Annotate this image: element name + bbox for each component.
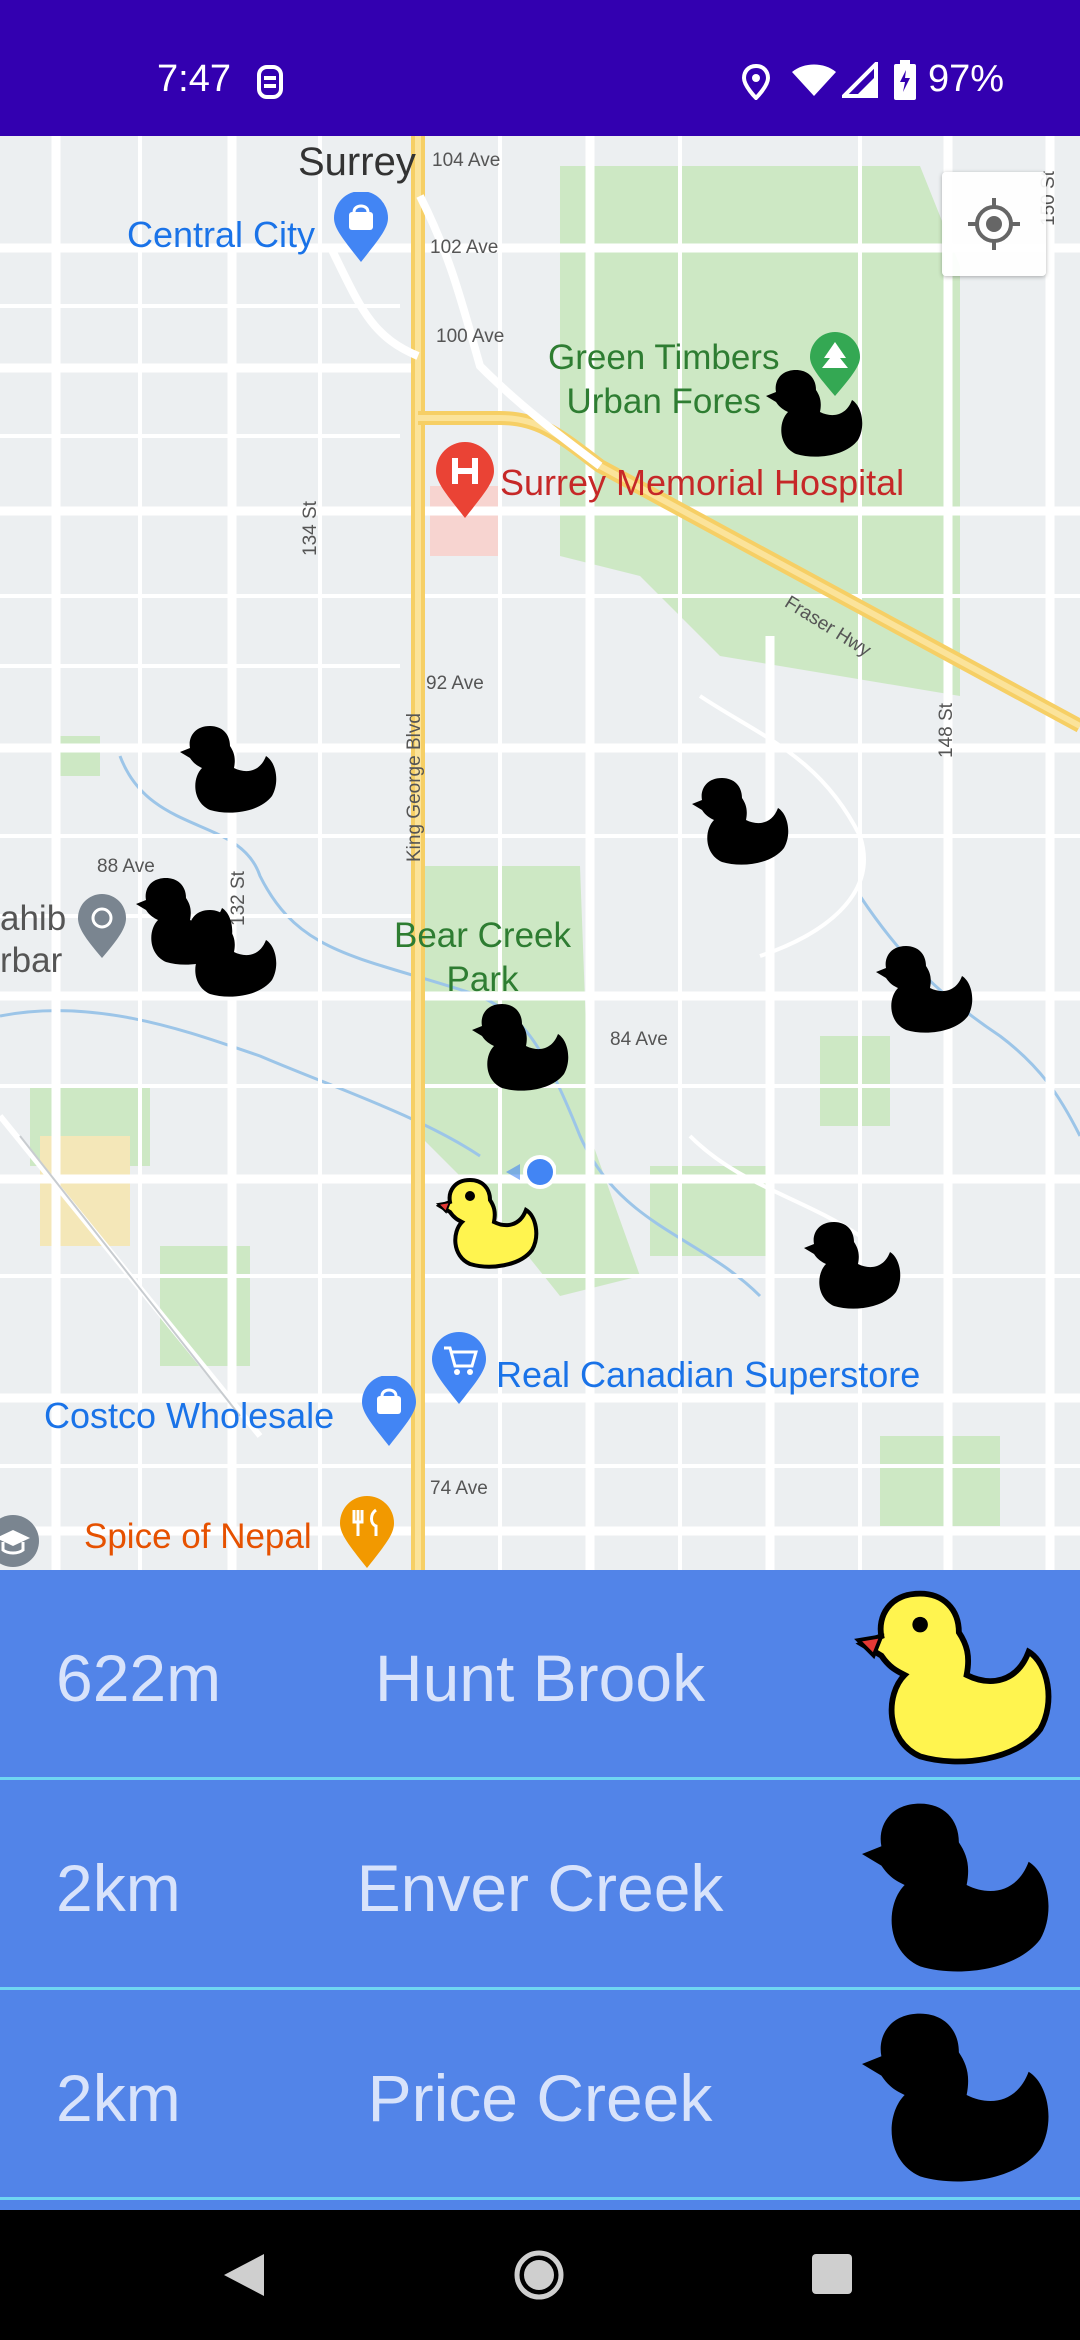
label-74-ave: 74 Ave — [430, 1478, 488, 1499]
duck-marker-unfound[interactable] — [180, 722, 280, 814]
label-surrey: Surrey — [298, 140, 416, 184]
crosshair-icon — [968, 198, 1020, 250]
duck-marker-unfound[interactable] — [472, 1000, 572, 1092]
label-green-timbers: Green Timbers Urban Fores — [548, 336, 779, 424]
label-148-st: 148 St — [936, 703, 957, 758]
duck-marker-unfound[interactable] — [180, 906, 280, 998]
hospital-pin-icon[interactable] — [434, 442, 496, 520]
location-row[interactable]: 2km Enver Creek — [0, 1780, 1080, 1990]
home-icon[interactable] — [512, 2248, 566, 2302]
label-central-city[interactable]: Central City — [127, 214, 315, 256]
location-list[interactable]: 622m Hunt Brook 2km Enver Creek 2km Pric… — [0, 1570, 1080, 2210]
label-real-canadian-superstore[interactable]: Real Canadian Superstore — [496, 1354, 920, 1396]
location-distance: 622m — [56, 1641, 222, 1715]
shopping-bag-pin-icon[interactable] — [360, 1376, 418, 1448]
back-icon[interactable] — [220, 2250, 268, 2300]
label-bear-creek-2: Park — [446, 960, 519, 999]
label-green-timbers-1: Green Timbers — [548, 338, 780, 377]
label-100-ave: 100 Ave — [436, 326, 505, 347]
battery-percent: 97% — [928, 58, 1005, 100]
wifi-icon — [792, 64, 836, 96]
label-green-timbers-2: Urban Fores — [566, 382, 761, 421]
label-costco-wholesale[interactable]: Costco Wholesale — [44, 1395, 334, 1437]
location-name: Price Creek — [367, 2061, 713, 2135]
duck-marker-unfound[interactable] — [692, 774, 792, 866]
label-sahib-darbar[interactable]: ahib rbar — [0, 898, 66, 982]
system-nav-bar — [0, 2210, 1080, 2340]
label-spice-of-nepal[interactable]: Spice of Nepal — [84, 1517, 312, 1557]
location-distance: 2km — [56, 1851, 181, 1925]
shopping-pin-icon[interactable] — [332, 192, 390, 264]
label-104-ave: 104 Ave — [432, 150, 501, 171]
location-name: Enver Creek — [356, 1851, 724, 1925]
label-king-george-blvd: King George Blvd — [404, 713, 425, 862]
signal-icon — [842, 62, 878, 98]
status-time: 7:47 — [157, 58, 231, 100]
duck-marker-unfound[interactable] — [766, 366, 866, 458]
label-102-ave: 102 Ave — [430, 237, 499, 258]
label-92-ave: 92 Ave — [426, 673, 484, 694]
location-name: Hunt Brook — [374, 1641, 706, 1715]
duck-marker-unfound[interactable] — [804, 1218, 904, 1310]
battery-charging-icon — [894, 60, 916, 100]
my-location-button[interactable] — [942, 172, 1046, 276]
label-sahib-1: ahib — [0, 899, 67, 938]
label-bear-creek-1: Bear Creek — [394, 916, 572, 955]
duck-found-icon — [854, 1590, 1052, 1765]
temple-pin-icon[interactable] — [76, 894, 128, 960]
duck-marker-found[interactable] — [436, 1174, 540, 1270]
duck-unfound-icon — [862, 1803, 1049, 1972]
location-distance: 2km — [56, 2061, 181, 2135]
recents-icon[interactable] — [810, 2252, 854, 2296]
location-row[interactable]: 2km Price Creek — [0, 1990, 1080, 2200]
label-84-ave: 84 Ave — [610, 1029, 668, 1050]
location-row[interactable]: 622m Hunt Brook — [0, 1570, 1080, 1780]
shopping-cart-pin-icon[interactable] — [430, 1332, 488, 1406]
location-icon — [742, 64, 770, 100]
status-bar: 7:47 97% — [0, 0, 1080, 136]
map-view[interactable]: Surrey 104 Ave 102 Ave 100 Ave 92 Ave 88… — [0, 136, 1080, 1570]
label-bear-creek-park[interactable]: Bear Creek Park — [394, 914, 571, 1002]
vpn-icon — [257, 65, 283, 99]
restaurant-pin-icon[interactable] — [338, 1496, 396, 1570]
label-134-st: 134 St — [300, 501, 321, 556]
label-surrey-memorial-hospital[interactable]: Surrey Memorial Hospital — [500, 462, 904, 504]
label-sahib-2: rbar — [0, 941, 63, 980]
duck-unfound-icon — [862, 2013, 1049, 2182]
school-pin-icon[interactable] — [0, 1514, 40, 1570]
duck-marker-unfound[interactable] — [876, 942, 976, 1034]
